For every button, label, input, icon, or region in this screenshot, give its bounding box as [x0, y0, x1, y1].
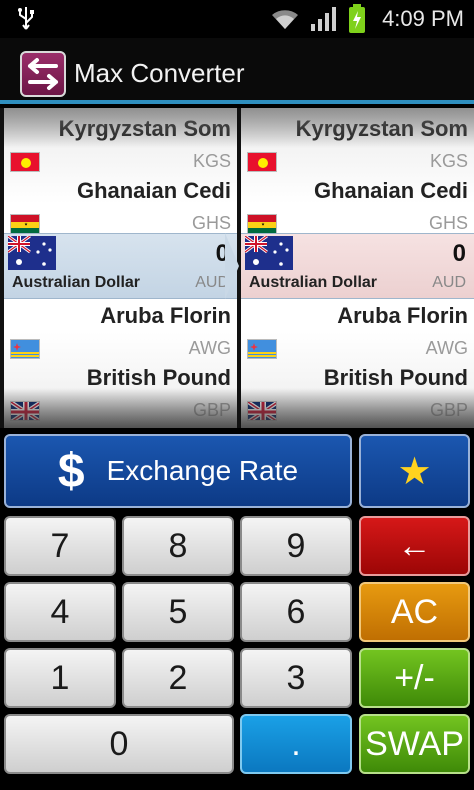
- currency-code: KGS: [192, 151, 231, 171]
- backspace-button[interactable]: ←: [359, 516, 470, 576]
- from-currency-name: Australian Dollar: [12, 274, 141, 291]
- to-currency-name: Australian Dollar: [249, 274, 378, 291]
- currency-name: Aruba Florin: [337, 303, 468, 328]
- to-amount: 0: [452, 240, 466, 267]
- title-bar: Max Converter: [0, 38, 474, 104]
- currency-pickers: Kyrgyzstan Som KGS Ghanaian Cedi GHS 0 A…: [0, 108, 474, 428]
- dollar-icon: $: [57, 444, 85, 498]
- currency-name: Aruba Florin: [100, 303, 231, 328]
- clock: 4:09 PM: [382, 6, 464, 31]
- clear-button[interactable]: AC: [359, 582, 470, 642]
- key-2[interactable]: 2: [122, 648, 234, 708]
- key-1[interactable]: 1: [4, 648, 116, 708]
- battery-charging-icon: [349, 4, 366, 33]
- key-8[interactable]: 8: [122, 516, 234, 576]
- key-6[interactable]: 6: [240, 582, 352, 642]
- direction-arrow-icon: [225, 233, 239, 299]
- currency-name: Ghanaian Cedi: [313, 178, 468, 203]
- to-currency-code: AUD: [432, 274, 466, 291]
- sign-toggle-button[interactable]: +/-: [359, 648, 470, 708]
- currency-code: AWG: [425, 338, 468, 358]
- selected-to-currency[interactable]: 0 Australian Dollar AUD: [241, 233, 474, 299]
- uk-flag-icon: [247, 401, 277, 421]
- uk-flag-icon: [10, 401, 40, 421]
- ghana-flag-icon: [10, 214, 40, 234]
- currency-name: British Pound: [323, 365, 468, 390]
- key-0[interactable]: 0: [4, 714, 234, 774]
- selected-from-currency[interactable]: 0 Australian Dollar AUD: [4, 233, 237, 299]
- usb-icon: [18, 7, 34, 30]
- list-item[interactable]: British Pound GBP: [4, 365, 237, 427]
- favorite-button[interactable]: ★: [359, 434, 470, 508]
- aruba-flag-icon: [247, 339, 277, 359]
- list-item[interactable]: Ghanaian Cedi GHS: [4, 178, 237, 240]
- to-currency-picker[interactable]: Kyrgyzstan Som KGS Ghanaian Cedi GHS 0 A…: [241, 108, 474, 428]
- key-3[interactable]: 3: [240, 648, 352, 708]
- signal-icon: [311, 7, 337, 31]
- currency-code: GHS: [428, 213, 468, 233]
- currency-code: AWG: [188, 338, 231, 358]
- swap-arrows-icon: [20, 51, 66, 97]
- wifi-icon: [272, 10, 299, 30]
- currency-name: Kyrgyzstan Som: [295, 116, 468, 141]
- currency-code: GBP: [192, 400, 231, 420]
- currency-name: British Pound: [86, 365, 231, 390]
- kyrgyzstan-flag-icon: [10, 152, 40, 172]
- decimal-button[interactable]: .: [240, 714, 352, 774]
- exchange-rate-label: Exchange Rate: [106, 455, 299, 486]
- ghana-flag-icon: [247, 214, 277, 234]
- list-item[interactable]: Aruba Florin AWG: [4, 303, 237, 365]
- star-icon: ★: [397, 450, 432, 493]
- currency-code: KGS: [429, 151, 468, 171]
- key-7[interactable]: 7: [4, 516, 116, 576]
- list-item[interactable]: British Pound GBP: [241, 365, 474, 427]
- australia-flag-icon: [244, 234, 293, 270]
- from-currency-picker[interactable]: Kyrgyzstan Som KGS Ghanaian Cedi GHS 0 A…: [4, 108, 237, 428]
- from-currency-code: AUD: [195, 274, 229, 291]
- exchange-rate-button[interactable]: $ Exchange Rate: [4, 434, 352, 508]
- key-5[interactable]: 5: [122, 582, 234, 642]
- currency-code: GHS: [191, 213, 231, 233]
- currency-name: Kyrgyzstan Som: [58, 116, 231, 141]
- kyrgyzstan-flag-icon: [247, 152, 277, 172]
- currency-code: GBP: [429, 400, 468, 420]
- key-4[interactable]: 4: [4, 582, 116, 642]
- currency-name: Ghanaian Cedi: [76, 178, 231, 203]
- swap-button[interactable]: SWAP: [359, 714, 470, 774]
- app-title: Max Converter: [74, 58, 245, 88]
- list-item[interactable]: Aruba Florin AWG: [241, 303, 474, 365]
- status-bar: 4:09 PM: [0, 0, 474, 38]
- keypad: $ Exchange Rate ★ 7 8 9 ← 4 5 6 AC 1 2 3…: [0, 428, 474, 790]
- key-9[interactable]: 9: [240, 516, 352, 576]
- aruba-flag-icon: [10, 339, 40, 359]
- list-item[interactable]: Ghanaian Cedi GHS: [241, 178, 474, 240]
- list-item[interactable]: Kyrgyzstan Som KGS: [241, 116, 474, 178]
- list-item[interactable]: Kyrgyzstan Som KGS: [4, 116, 237, 178]
- australia-flag-icon: [7, 234, 56, 270]
